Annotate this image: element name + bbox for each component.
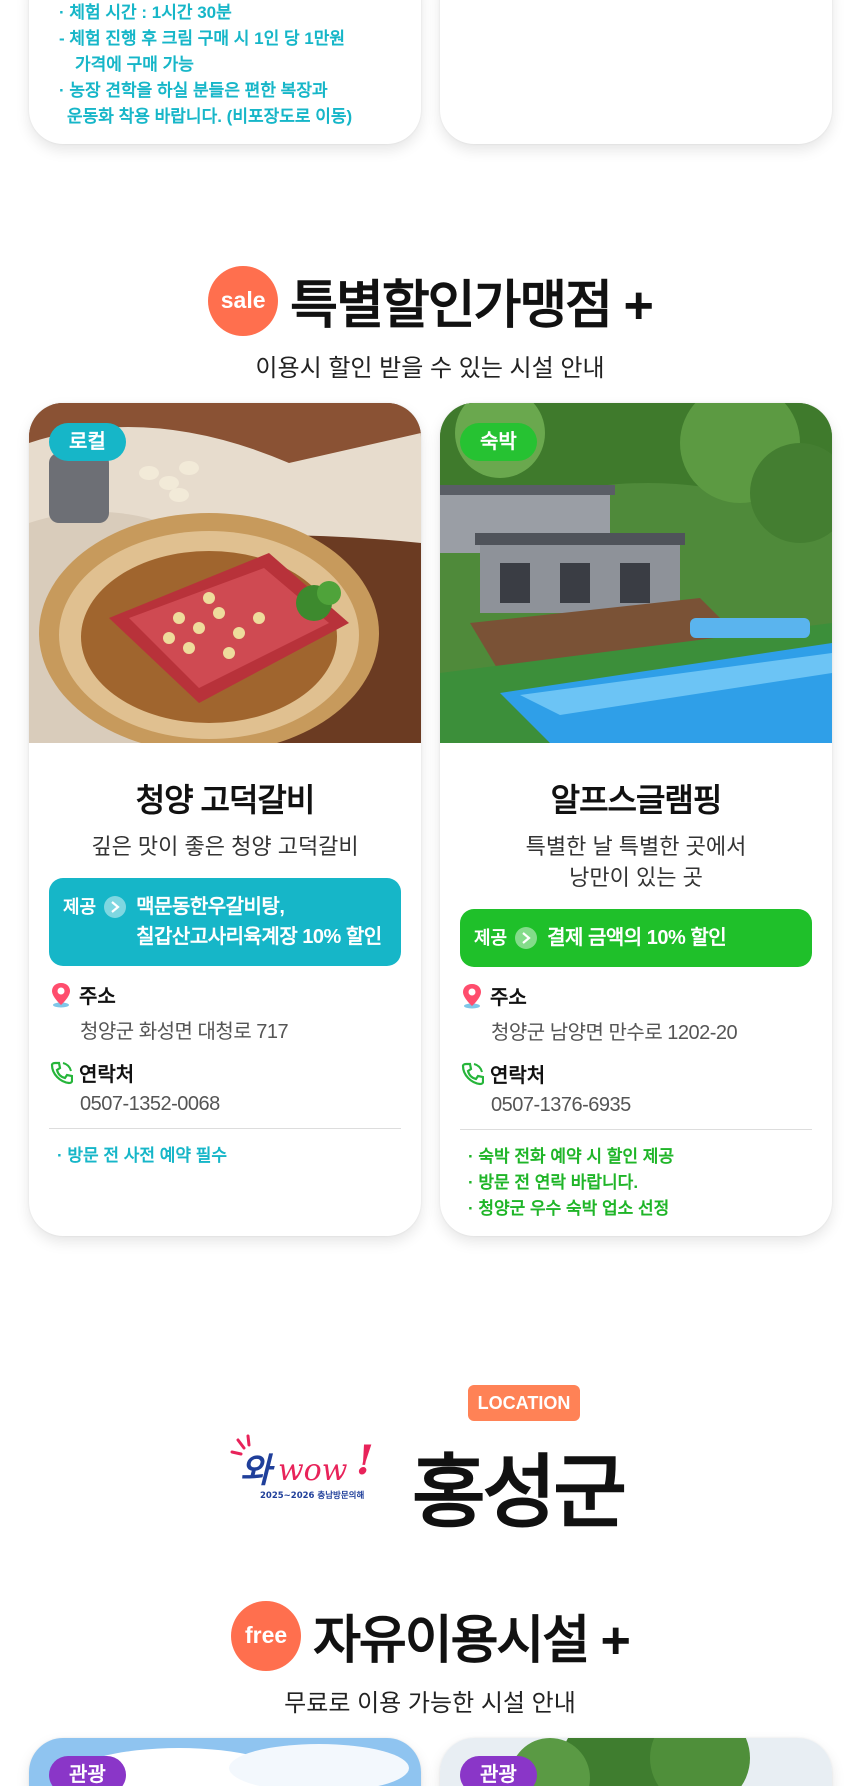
category-tag: 숙박 [460,423,537,461]
svg-text:wow: wow [278,1453,348,1488]
facility-name: 청양 고덕갈비 [135,782,316,818]
free-section-subtitle: 무료로 이용 가능한 시설 안내 [284,1690,576,1717]
location-badge: LOCATION [468,1385,580,1421]
facility-note: · 숙박 전화 예약 시 할인 제공 [468,1147,675,1166]
facility-card[interactable]: 로컬 청양 고덕갈비 깊은 맛이 좋은 청양 고덕갈비 제공 맥문동한우갈비탕,… [29,403,421,1236]
free-facility-card[interactable]: 관광 [29,1738,421,1786]
facility-notes: · 숙박 전화 예약 시 할인 제공 · 방문 전 연락 바랍니다. · 청양군… [460,1144,812,1222]
category-tag: 관광 [49,1756,126,1786]
program-note: 운동화 착용 바랍니다. (비포장도로 이동) [67,107,353,126]
facility-note: · 청양군 우수 숙박 업소 선정 [468,1199,670,1218]
facility-desc-line: 깊은 맛이 좋은 청양 고덕갈비 [91,834,359,859]
offer-line: 결제 금액의 10% 할인 [547,927,727,949]
chevron-right-icon [515,927,538,949]
free-section-header: free 자유이용시설 + 무료로 이용 가능한 시설 안내 [0,1598,860,1718]
facility-card[interactable]: 숙박 알프스글램핑 특별한 날 특별한 곳에서 낭만이 있는 곳 제공 결제 금… [440,403,832,1236]
map-pin-icon [463,983,481,1008]
program-note: - 체험 진행 후 크림 구매 시 1인 당 1만원 [59,29,346,48]
chevron-right-icon [104,896,127,918]
program-notes: · 체험 시간 : 1시간 30분 - 체험 진행 후 크림 구매 시 1인 당… [59,0,352,130]
region-name: 홍성군 [412,1448,627,1537]
address-heading: 주소 [460,981,812,1010]
phone-icon [50,1061,73,1084]
address-heading: 주소 [49,980,401,1009]
facility-desc-line: 특별한 날 특별한 곳에서 [525,834,747,859]
wow-logo: 와 wow ! 2025~2026 충남방문의해 [228,1430,388,1510]
contact-label: 연락처 [79,1064,135,1086]
svg-text:와: 와 [240,1451,275,1491]
offer-box: 제공 맥문동한우갈비탕, 칠갑산고사리육계장 10% 할인 [49,878,401,966]
facility-note: · 방문 전 연락 바랍니다. [468,1173,639,1192]
facility-desc-line: 낭만이 있는 곳 [569,865,703,890]
address-label: 주소 [490,987,527,1009]
svg-text:!: ! [356,1437,374,1484]
program-card-partial-right [440,0,832,144]
divider [460,1129,812,1130]
facility-notes: · 방문 전 사전 예약 필수 [49,1143,401,1169]
offer-text: 결제 금액의 10% 할인 [547,923,727,953]
program-note: · 체험 시간 : 1시간 30분 [59,3,232,22]
offer-line: 맥문동한우갈비탕, [136,896,285,918]
facility-note: · 방문 전 사전 예약 필수 [57,1146,228,1165]
facility-desc: 깊은 맛이 좋은 청양 고덕갈비 [49,831,401,862]
address-value: 청양군 화성면 대청로 717 [80,1021,289,1043]
contact-value[interactable]: 0507-1376-6935 [491,1094,812,1117]
category-tag: 로컬 [49,423,126,461]
facility-photo-glamping: 숙박 [440,403,832,743]
svg-text:2025~2026 충남방문의해: 2025~2026 충남방문의해 [260,1490,364,1501]
address-value: 청양군 남양면 만수로 1202-20 [491,1022,738,1044]
program-card-partial-left: · 체험 시간 : 1시간 30분 - 체험 진행 후 크림 구매 시 1인 당… [29,0,421,144]
category-tag: 관광 [460,1756,537,1786]
address-label: 주소 [79,986,116,1008]
offer-label: 제공 [63,897,97,917]
phone-icon [461,1062,484,1085]
sale-badge: sale [208,265,279,336]
free-facility-card[interactable]: 관광 [440,1738,832,1786]
sale-section-subtitle: 이용시 할인 받을 수 있는 시설 안내 [255,355,605,382]
sale-section-header: sale 특별할인가맹점 + 이용시 할인 받을 수 있는 시설 안내 [0,263,860,383]
facility-name: 알프스글램핑 [550,782,723,818]
offer-text: 맥문동한우갈비탕, 칠갑산고사리육계장 10% 할인 [136,892,382,952]
divider [49,1128,401,1129]
sale-section-title: 특별할인가맹점 + [290,277,654,335]
free-badge: free [231,1600,302,1671]
contact-heading: 연락처 [460,1059,812,1088]
contact-heading: 연락처 [49,1058,401,1087]
offer-line: 칠갑산고사리육계장 10% 할인 [136,926,382,948]
map-pin-icon [52,982,70,1007]
facility-desc: 특별한 날 특별한 곳에서 낭만이 있는 곳 [460,831,812,893]
contact-label: 연락처 [490,1065,546,1087]
facility-photo-galbi: 로컬 [29,403,421,743]
program-note: 가격에 구매 가능 [75,55,194,74]
free-section-title: 자유이용시설 + [313,1612,631,1670]
contact-value[interactable]: 0507-1352-0068 [80,1093,401,1116]
program-note: · 농장 견학을 하실 분들은 편한 복장과 [59,81,328,100]
offer-label: 제공 [474,928,508,948]
offer-box: 제공 결제 금액의 10% 할인 [460,909,812,967]
